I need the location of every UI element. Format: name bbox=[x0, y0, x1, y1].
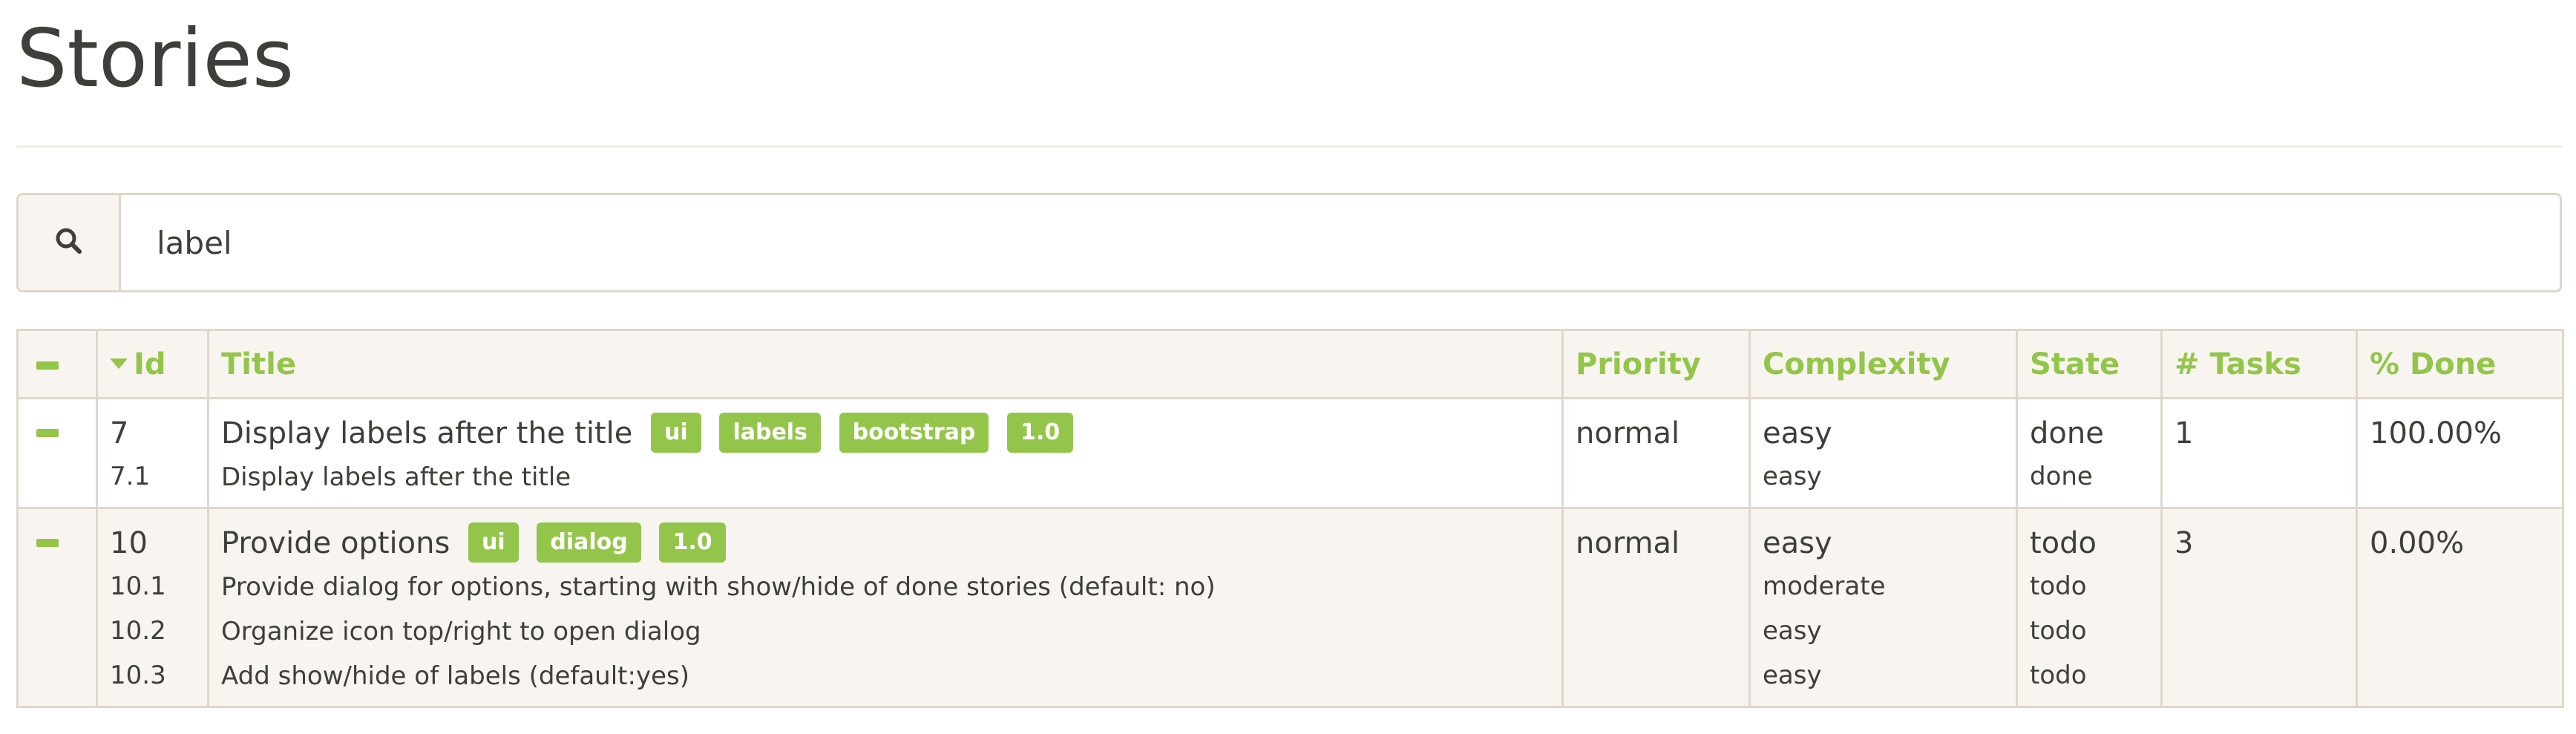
story-id: 10 bbox=[110, 526, 148, 560]
label-badge: 1.0 bbox=[659, 522, 726, 563]
minus-icon bbox=[36, 361, 59, 370]
header-tasks[interactable]: # Tasks bbox=[2160, 329, 2358, 399]
minus-icon bbox=[36, 539, 59, 547]
title-cell: Display labels after the title ui labels… bbox=[207, 397, 1564, 509]
subtask-title: Display labels after the title bbox=[221, 462, 571, 492]
label-badge: 1.0 bbox=[1007, 413, 1074, 453]
header-title[interactable]: Title bbox=[207, 329, 1564, 399]
done-cell: 0.00% bbox=[2356, 507, 2564, 708]
header-complexity[interactable]: Complexity bbox=[1749, 329, 2018, 399]
state-cell: todo todo todo todo bbox=[2016, 507, 2163, 708]
subtask-state: done bbox=[2030, 462, 2093, 491]
story-complexity: easy bbox=[1763, 416, 1832, 450]
search-input[interactable] bbox=[121, 195, 2560, 290]
id-cell: 7 7.1 bbox=[96, 397, 209, 509]
table-row: 7 7.1 Display labels after the title ui … bbox=[16, 397, 2564, 509]
caret-down-icon bbox=[110, 358, 128, 369]
stories-table: Id Title Priority Complexity State # Tas… bbox=[16, 329, 2564, 708]
page-title: Stories bbox=[16, 13, 295, 105]
story-priority: normal bbox=[1576, 526, 1680, 560]
subtask-id: 7.1 bbox=[110, 462, 151, 491]
row-toggle[interactable] bbox=[16, 397, 98, 509]
priority-cell: normal bbox=[1561, 507, 1751, 708]
subtask-id: 10.1 bbox=[110, 571, 166, 601]
subtask-title: Organize icon top/right to open dialog bbox=[221, 617, 701, 646]
subtask-complexity: easy bbox=[1763, 462, 1822, 491]
label-badge: labels bbox=[719, 413, 821, 453]
subtask-complexity: easy bbox=[1763, 616, 1822, 646]
tasks-cell: 1 bbox=[2160, 397, 2358, 509]
state-cell: done done bbox=[2016, 397, 2163, 509]
story-done: 0.00% bbox=[2370, 526, 2465, 560]
table-row: 10 10.1 10.2 10.3 Provide options ui dia… bbox=[16, 507, 2564, 708]
subtask-title: Add show/hide of labels (default:yes) bbox=[221, 661, 689, 691]
subtask-id: 10.2 bbox=[110, 616, 166, 646]
row-toggle[interactable] bbox=[16, 507, 98, 708]
title-divider bbox=[16, 145, 2562, 148]
label-badge: bootstrap bbox=[839, 413, 989, 453]
label-badge: dialog bbox=[537, 522, 641, 563]
complexity-cell: easy easy bbox=[1749, 397, 2018, 509]
subtask-complexity: easy bbox=[1763, 661, 1822, 690]
story-tasks: 1 bbox=[2174, 416, 2194, 450]
story-state: done bbox=[2030, 416, 2104, 450]
story-title: Display labels after the title bbox=[221, 416, 633, 450]
subtask-state: todo bbox=[2030, 616, 2087, 646]
subtask-state: todo bbox=[2030, 661, 2087, 690]
search-addon[interactable] bbox=[19, 195, 121, 290]
priority-cell: normal bbox=[1561, 397, 1751, 509]
header-id[interactable]: Id bbox=[96, 329, 209, 399]
story-tasks: 3 bbox=[2174, 526, 2194, 560]
header-done[interactable]: % Done bbox=[2356, 329, 2564, 399]
subtask-complexity: moderate bbox=[1763, 571, 1886, 601]
search-bar bbox=[16, 193, 2562, 292]
subtask-state: todo bbox=[2030, 571, 2087, 601]
story-done: 100.00% bbox=[2370, 416, 2502, 450]
story-complexity: easy bbox=[1763, 526, 1832, 560]
search-icon bbox=[54, 226, 84, 260]
header-id-label: Id bbox=[134, 347, 166, 381]
header-state[interactable]: State bbox=[2016, 329, 2163, 399]
label-badge: ui bbox=[651, 413, 701, 453]
story-state: todo bbox=[2030, 526, 2097, 560]
subtask-title: Provide dialog for options, starting wit… bbox=[221, 572, 1216, 602]
story-title: Provide options bbox=[221, 526, 450, 560]
header-priority[interactable]: Priority bbox=[1561, 329, 1751, 399]
table-header-row: Id Title Priority Complexity State # Tas… bbox=[16, 329, 2564, 399]
id-cell: 10 10.1 10.2 10.3 bbox=[96, 507, 209, 708]
done-cell: 100.00% bbox=[2356, 397, 2564, 509]
story-id: 7 bbox=[110, 416, 129, 450]
story-priority: normal bbox=[1576, 416, 1680, 450]
complexity-cell: easy moderate easy easy bbox=[1749, 507, 2018, 708]
minus-icon bbox=[36, 429, 59, 437]
title-cell: Provide options ui dialog 1.0 Provide di… bbox=[207, 507, 1564, 708]
label-badge: ui bbox=[468, 522, 519, 563]
tasks-cell: 3 bbox=[2160, 507, 2358, 708]
header-toggle[interactable] bbox=[16, 329, 98, 399]
subtask-id: 10.3 bbox=[110, 661, 166, 690]
